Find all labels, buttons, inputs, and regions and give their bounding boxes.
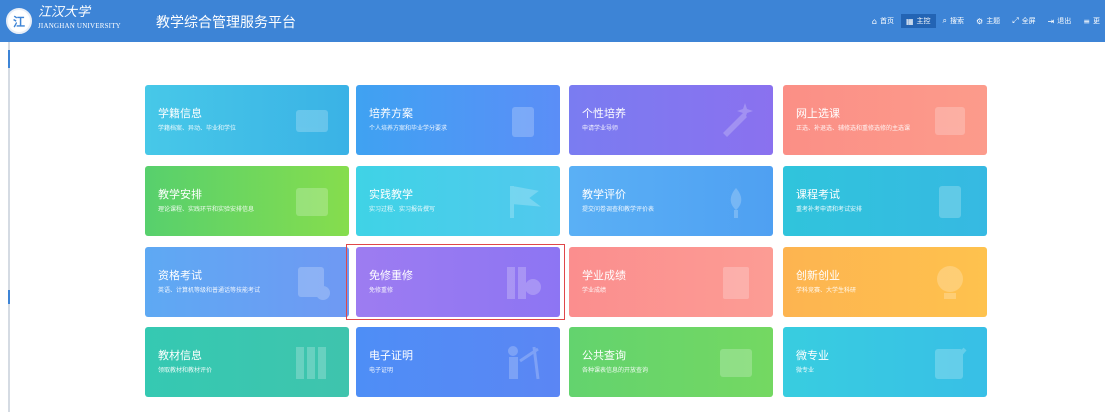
calendar-heart-icon [931,101,969,139]
module-tile-title: 免修重修 [369,269,413,282]
module-tile-title: 网上选课 [796,107,840,120]
module-tile-description: 提交问卷调查和教学评价表 [582,206,655,213]
module-tile-title: 教学评价 [582,188,626,201]
module-tile-description: 学籍档案、异动、毕业和学位 [158,125,237,132]
teacher-board-icon [504,343,542,381]
module-tile[interactable]: 创新创业学科竞赛、大学生科研 [783,247,987,317]
module-tile[interactable]: 网上选课正选、补退选、辅修选和重修选修的主选课 [783,85,987,155]
module-tile[interactable]: 免修重修 免修重修 [356,247,560,317]
lotus-icon [717,182,755,220]
module-tile-description: 领取教材和教材评价 [158,367,213,374]
module-tile-description: 英语、计算机等级和普通话等技能考试 [158,287,261,294]
scroll-icon [931,182,969,220]
module-tile-title: 微专业 [796,349,829,362]
module-tile-description: 实习过程、实习报告撰写 [369,206,436,213]
module-tile-title: 课程考试 [796,188,840,201]
edit-icon [931,343,969,381]
module-tile-title: 教材信息 [158,349,202,362]
module-tile[interactable]: 教学评价提交问卷调查和教学评价表 [569,166,773,236]
module-tile-title: 创新创业 [796,269,840,282]
module-tile-title: 学籍信息 [158,107,202,120]
module-tile-description: 重考补考申请和考试安排 [796,206,863,213]
module-tile-description: 电子证明 [369,367,394,374]
calendar-grid-icon [293,182,331,220]
module-tile-description: 申请学业导师 [582,125,619,132]
module-tile-description: 各种课表信息的开放查询 [582,367,649,374]
module-tile-title: 培养方案 [369,107,413,120]
module-tile-grid: 学籍信息 学籍档案、异动、毕业和学位 培养方案 个人培养方案和毕业学分要求 个性培养 申请… [0,0,1105,412]
certificate-icon [293,263,331,301]
calendar-grid-icon [717,343,755,381]
module-tile-description: 微专业 [796,367,815,374]
books-icon [504,263,542,301]
lightbulb-icon [931,263,969,301]
module-tile[interactable]: 学业成绩 学业成绩 [569,247,773,317]
module-tile[interactable]: 电子证明 电子证明 [356,327,560,397]
module-tile-title: 电子证明 [369,349,413,362]
module-tile[interactable]: 培养方案个人培养方案和毕业学分要求 [356,85,560,155]
bookshelf-icon [293,343,331,381]
module-tile-title: 公共查询 [582,349,626,362]
module-tile-title: 教学安排 [158,188,202,201]
module-tile-title: 实践教学 [369,188,413,201]
module-tile[interactable]: 课程考试重考补考申请和考试安排 [783,166,987,236]
module-tile[interactable]: 实践教学实习过程、实习报告撰写 [356,166,560,236]
module-tile[interactable]: 学籍信息学籍档案、异动、毕业和学位 [145,85,349,155]
module-tile[interactable]: 资格考试英语、计算机等级和普通话等技能考试 [145,247,349,317]
module-tile[interactable]: 个性培养申请学业导师 [569,85,773,155]
module-tile-description: 个人培养方案和毕业学分要求 [369,125,448,132]
module-tile-description: 免修重修 [369,287,394,294]
module-tile-title: 资格考试 [158,269,202,282]
module-tile[interactable]: 教学安排理论课程、实践环节和实验安排信息 [145,166,349,236]
module-tile-title: 个性培养 [582,107,626,120]
magic-wand-icon [717,101,755,139]
clipboard-icon [504,101,542,139]
module-tile-description: 理论课程、实践环节和实验安排信息 [158,206,255,213]
module-tile-description: 学科竞赛、大学生科研 [796,287,857,294]
module-tile[interactable]: 教材信息领取教材和教材评价 [145,327,349,397]
flag-icon [504,182,542,220]
document-icon [717,263,755,301]
module-tile-description: 正选、补退选、辅修选和重修选修的主选课 [796,125,911,132]
module-tile-description: 学业成绩 [582,287,607,294]
module-tile[interactable]: 公共查询各种课表信息的开放查询 [569,327,773,397]
module-tile[interactable]: 微专业 微专业 [783,327,987,397]
module-tile-title: 学业成绩 [582,269,626,282]
student-card-icon [293,101,331,139]
